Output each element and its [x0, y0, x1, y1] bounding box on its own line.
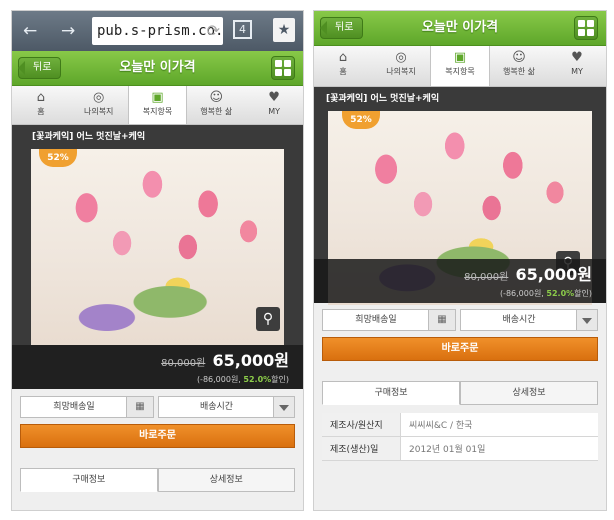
- nav-item-happy-life[interactable]: ☺ 행복한 삶: [187, 86, 245, 124]
- table-row: 제조(생산)일 2012년 01월 01일: [322, 436, 598, 461]
- delivery-date-placeholder: 희망배송일: [53, 402, 95, 412]
- savings-text: (-86,000원, 52.0%할인): [196, 375, 289, 384]
- chevron-down-icon: [576, 310, 597, 330]
- coins-icon: ◎: [93, 90, 105, 105]
- sale-price: 65,000원: [212, 351, 289, 370]
- sale-price: 65,000원: [515, 265, 592, 284]
- buy-now-button[interactable]: 바로주문: [322, 337, 598, 361]
- nav-item-label: 복지항목: [445, 67, 475, 76]
- product-card: [꽃과케익] 어느 멋진날+케익 52% ⚲ 80,000원 65,000원 (…: [314, 87, 606, 305]
- delivery-time-placeholder: 배송시간: [502, 315, 536, 325]
- browser-forward-icon[interactable]: →: [61, 22, 75, 40]
- tab-purchase-info[interactable]: 구매정보: [20, 468, 158, 492]
- nav-item-my[interactable]: ♥ MY: [245, 86, 303, 124]
- menu-grid-icon[interactable]: [271, 56, 295, 80]
- menu-grid-icon[interactable]: [574, 16, 598, 40]
- heart-book-icon: ♥: [571, 50, 583, 65]
- nav-item-home[interactable]: ⌂ 홈: [314, 46, 372, 86]
- product-card: [꽃과케익] 어느 멋진날+케익 52% ⚲ 80,000원 65,000원 (…: [12, 125, 303, 389]
- price-box: 80,000원 65,000원 (-86,000원, 52.0%할인): [12, 345, 303, 389]
- nav-item-my[interactable]: ♥ MY: [548, 46, 606, 86]
- info-tabs: 구매정보 상세정보: [20, 468, 295, 492]
- order-controls: 희망배송일 ▦ 배송시간 바로주문 구매정보 상세정보 제조사/원산지 씨씨씨&…: [314, 303, 606, 461]
- bookmark-star-icon[interactable]: ★: [273, 18, 295, 42]
- calendar-icon[interactable]: ▦: [428, 310, 455, 330]
- home-icon: ⌂: [36, 90, 46, 105]
- phone-screen-browser: ← → pub.s-prism.co.k ⟳ 4 ★ 오늘만 이가격 뒤로 ⌂ …: [11, 10, 304, 511]
- discount-badge: 52%: [342, 111, 380, 129]
- row-value: 씨씨씨&C / 한국: [400, 413, 598, 437]
- nav-item-welfare-items[interactable]: ▣ 복지항목: [127, 86, 188, 124]
- coins-icon: ◎: [395, 50, 407, 65]
- nav-item-home[interactable]: ⌂ 홈: [12, 86, 70, 124]
- delivery-time-placeholder: 배송시간: [199, 402, 234, 412]
- row-label: 제조사/원산지: [322, 413, 401, 437]
- back-button[interactable]: 뒤로: [18, 57, 62, 79]
- app-header: 오늘만 이가격 뒤로: [314, 11, 606, 46]
- nav-item-label: MY: [571, 67, 583, 76]
- original-price: 80,000원: [464, 272, 509, 283]
- people-icon: ☺: [209, 90, 224, 105]
- tab-detail-info[interactable]: 상세정보: [157, 468, 295, 492]
- nav-item-happy-life[interactable]: ☺ 행복한 삶: [490, 46, 548, 86]
- row-label: 제조(생산)일: [322, 436, 401, 461]
- heart-book-icon: ♥: [268, 90, 280, 105]
- product-photo[interactable]: 52% ⚲: [31, 149, 284, 345]
- nav-item-label: 홈: [37, 107, 45, 116]
- delivery-date-field[interactable]: 희망배송일 ▦: [322, 309, 456, 331]
- gift-icon: ▣: [151, 90, 164, 105]
- nav-item-label: 복지항목: [142, 107, 173, 116]
- delivery-date-field[interactable]: 희망배송일 ▦: [20, 396, 154, 418]
- reload-icon[interactable]: ⟳: [207, 21, 220, 41]
- home-icon: ⌂: [338, 50, 348, 65]
- browser-toolbar: ← → pub.s-prism.co.k ⟳ 4 ★: [12, 11, 303, 51]
- buy-now-button[interactable]: 바로주문: [20, 424, 295, 448]
- nav-item-welfare-items[interactable]: ▣ 복지항목: [430, 46, 490, 86]
- url-text: pub.s-prism.co.k: [97, 23, 223, 39]
- tab-detail-info[interactable]: 상세정보: [460, 381, 598, 405]
- purchase-info-table: 제조사/원산지 씨씨씨&C / 한국 제조(생산)일 2012년 01월 01일: [322, 413, 598, 461]
- people-icon: ☺: [512, 50, 526, 65]
- back-button[interactable]: 뒤로: [320, 17, 364, 39]
- nav-item-label: 나의복지: [83, 107, 114, 116]
- category-nav: ⌂ 홈 ◎ 나의복지 ▣ 복지항목 ☺ 행복한 삶 ♥ MY: [12, 86, 303, 125]
- nav-item-label: 홈: [339, 67, 347, 76]
- nav-item-my-welfare[interactable]: ◎ 나의복지: [372, 46, 430, 86]
- nav-item-label: MY: [268, 107, 280, 116]
- zoom-icon[interactable]: ⚲: [256, 307, 280, 331]
- row-value: 2012년 01월 01일: [400, 436, 598, 461]
- product-title: [꽃과케익] 어느 멋진날+케익: [326, 94, 440, 104]
- product-title: [꽃과케익] 어느 멋진날+케익: [32, 132, 146, 142]
- delivery-date-placeholder: 희망배송일: [355, 315, 397, 325]
- app-header: 오늘만 이가격 뒤로: [12, 51, 303, 86]
- delivery-time-select[interactable]: 배송시간: [460, 309, 598, 331]
- gift-icon: ▣: [453, 50, 467, 65]
- tab-purchase-info[interactable]: 구매정보: [322, 381, 460, 405]
- price-box: 80,000원 65,000원 (-86,000원, 52.0%할인): [314, 259, 606, 303]
- nav-item-label: 나의복지: [386, 67, 416, 76]
- table-row: 제조사/원산지 씨씨씨&C / 한국: [322, 413, 598, 437]
- url-field[interactable]: pub.s-prism.co.k ⟳: [92, 17, 223, 45]
- original-price: 80,000원: [161, 358, 206, 369]
- info-tabs: 구매정보 상세정보: [322, 381, 598, 405]
- calendar-icon[interactable]: ▦: [126, 397, 153, 417]
- savings-text: (-86,000원, 52.0%할인): [499, 289, 592, 298]
- discount-badge: 52%: [39, 149, 77, 167]
- order-controls: 희망배송일 ▦ 배송시간 바로주문 구매정보 상세정보: [12, 389, 303, 492]
- nav-item-label: 행복한 삶: [200, 107, 233, 116]
- chevron-down-icon: [273, 397, 294, 417]
- tabs-icon[interactable]: 4: [233, 20, 252, 39]
- delivery-time-select[interactable]: 배송시간: [158, 396, 295, 418]
- category-nav: ⌂ 홈 ◎ 나의복지 ▣ 복지항목 ☺ 행복한 삶 ♥ MY: [314, 46, 606, 87]
- browser-back-icon[interactable]: ←: [23, 22, 37, 40]
- nav-item-my-welfare[interactable]: ◎ 나의복지: [70, 86, 128, 124]
- phone-screen-app: 오늘만 이가격 뒤로 ⌂ 홈 ◎ 나의복지 ▣ 복지항목 ☺ 행복한 삶 ♥ M…: [313, 10, 607, 511]
- nav-item-label: 행복한 삶: [503, 67, 535, 76]
